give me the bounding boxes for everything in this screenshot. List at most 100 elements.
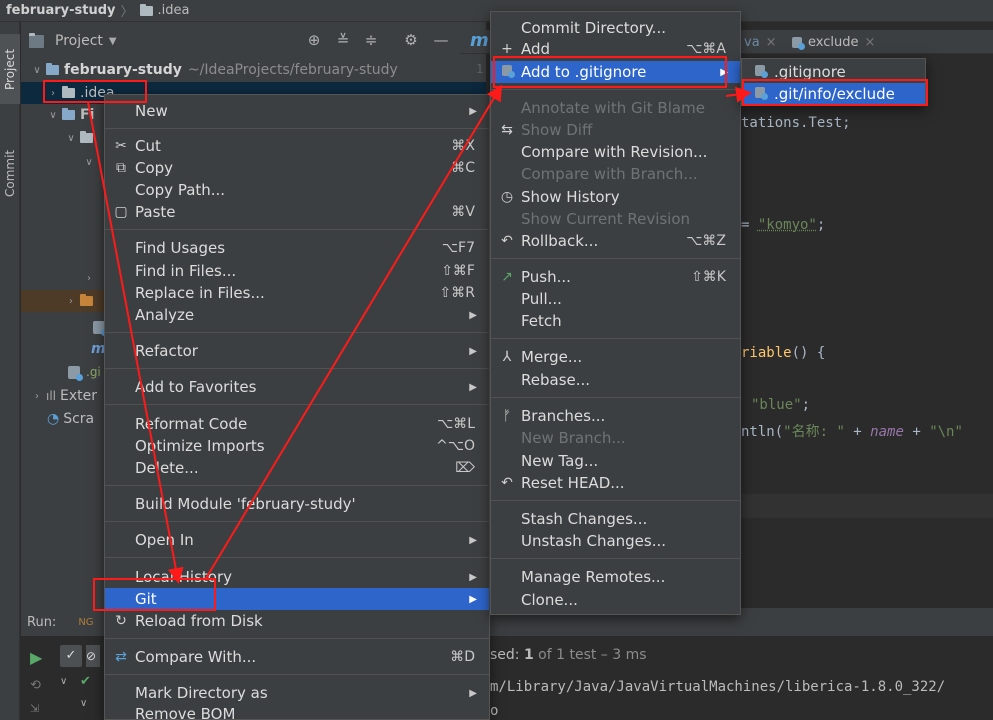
chevron-down-icon[interactable]: ∨ [31, 65, 43, 76]
menu-item-git[interactable]: Git ▶ [105, 588, 489, 610]
menu-item-clone[interactable]: Clone... [491, 589, 740, 611]
chevron-down-icon[interactable]: ∨ [65, 133, 77, 144]
tab-project-tool[interactable]: Project [0, 34, 20, 104]
menu-item-analyze[interactable]: Analyze ▶ [105, 304, 489, 326]
menu-item-reformat-code[interactable]: Reformat Code ⌥⌘L [105, 413, 489, 435]
export-icon[interactable]: ⇲ [30, 702, 39, 715]
gear-icon[interactable]: ⚙ [402, 31, 420, 49]
menu-label: New Branch... [521, 429, 626, 447]
menu-item-find-usages[interactable]: Find Usages ⌥F7 [105, 237, 489, 259]
git-submenu: Commit Directory... + Add ⌥⌘A Add to .giti… [490, 11, 741, 615]
menu-item-unstash-changes[interactable]: Unstash Changes... [491, 530, 740, 552]
clock-icon: ◷ [500, 189, 514, 205]
menu-item-new[interactable]: New ▶ [105, 100, 489, 122]
chevron-down-icon[interactable]: ▼ [109, 36, 117, 47]
breadcrumb-project[interactable]: february-study [6, 3, 115, 18]
menu-item-refactor[interactable]: Refactor ▶ [105, 340, 489, 362]
menu-item-compare-with-revision[interactable]: Compare with Revision... [491, 141, 740, 163]
compare-icon: ⇄ [115, 649, 127, 665]
menu-label: Add to .gitignore [521, 63, 647, 81]
run-label: Run: [27, 614, 57, 630]
menu-item-copy-path[interactable]: Copy Path... [105, 179, 489, 201]
breadcrumb-folder[interactable]: .idea [158, 3, 190, 18]
menu-item-show-current-revision[interactable]: Show Current Revision [491, 208, 740, 230]
chevron-down-icon[interactable]: ∨ [47, 110, 59, 121]
menu-item-copy[interactable]: ⧉ Copy ⌘C [105, 157, 489, 179]
menu-item-branches[interactable]: ᚠ Branches... [491, 405, 740, 427]
close-icon[interactable]: × [864, 35, 875, 50]
show-passed-icon[interactable]: ✓ [60, 645, 82, 667]
chevron-right-icon[interactable]: › [47, 88, 59, 99]
menu-item-add-to-favorites[interactable]: Add to Favorites ▶ [105, 376, 489, 398]
chevron-right-icon: ▶ [469, 534, 477, 546]
rerun-icon[interactable]: ▶ [30, 648, 42, 667]
show-ignored-icon[interactable]: ⊘ [86, 645, 100, 667]
menu-item-compare-with[interactable]: ⇄ Compare With... ⌘D [105, 646, 489, 668]
menu-item-reset-head[interactable]: ↶ Reset HEAD... [491, 472, 740, 494]
chevron-down-icon[interactable]: ∨ [60, 676, 67, 687]
chevron-right-icon[interactable]: › [83, 273, 95, 284]
code-line-print: ntln("名称: " + name + "\n" [741, 421, 963, 441]
menu-item-reload-from-disk[interactable]: ↻ Reload from Disk [105, 610, 489, 632]
menu-item-build-module[interactable]: Build Module 'february-study' [105, 493, 489, 515]
chevron-right-icon[interactable]: › [31, 391, 43, 402]
menu-item-rebase[interactable]: Rebase... [491, 369, 740, 391]
folder-icon [62, 108, 75, 120]
menu-item-mark-directory-as[interactable]: Mark Directory as ▶ [105, 682, 489, 704]
menu-shortcut: ^⌥O [436, 438, 475, 454]
code-text: ; [801, 397, 811, 413]
menu-item-replace-in-files[interactable]: Replace in Files... ⇧⌘R [105, 282, 489, 304]
menu-item-delete[interactable]: Delete... ⌦ [105, 457, 489, 479]
menu-item-rollback[interactable]: ↶ Rollback... ⌥⌘Z [491, 230, 740, 252]
menu-item-stash-changes[interactable]: Stash Changes... [491, 508, 740, 530]
ignore-file-icon [792, 36, 805, 50]
chevron-right-icon[interactable]: › [65, 296, 77, 307]
tab-exclude[interactable]: exclude × [786, 30, 881, 54]
menu-item-new-tag[interactable]: New Tag... [491, 450, 740, 472]
menu-shortcut: ⇧⌘F [441, 263, 475, 279]
close-icon[interactable]: × [766, 35, 777, 50]
menu-item-annotate[interactable]: Annotate with Git Blame [491, 97, 740, 119]
menu-item-compare-with-branch[interactable]: Compare with Branch... [491, 163, 740, 185]
menu-item-pull[interactable]: Pull... [491, 288, 740, 310]
menu-item-cut[interactable]: ✂ Cut ⌘X [105, 135, 489, 157]
push-arrow-icon: ↗ [501, 269, 513, 285]
menu-item-show-diff[interactable]: ⇆ Show Diff [491, 119, 740, 141]
menu-separator [105, 521, 489, 522]
menu-item-push[interactable]: ↗ Push... ⇧⌘K [491, 266, 740, 288]
tab-java[interactable]: va × [738, 30, 783, 54]
collapse-all-icon[interactable]: ≚ [334, 31, 352, 49]
tree-item-root[interactable]: ∨ february-study ~/IdeaProjects/february… [21, 59, 486, 81]
menu-item-add-to-gitignore[interactable]: Add to .gitignore ▶ [491, 61, 740, 83]
chevron-down-icon[interactable]: ∨ [80, 698, 87, 709]
expand-all-icon[interactable]: ≑ [362, 31, 380, 49]
menu-item-new-branch[interactable]: New Branch... [491, 427, 740, 449]
hide-icon[interactable]: — [432, 31, 450, 49]
menu-item-fetch[interactable]: Fetch [491, 310, 740, 332]
menu-item-gitignore-file[interactable]: .gitignore [742, 61, 925, 83]
menu-label: Rollback... [521, 232, 599, 250]
menu-item-merge[interactable]: ⅄ Merge... [491, 346, 740, 368]
history-icon[interactable]: ⟲ [30, 678, 41, 693]
menu-item-open-in[interactable]: Open In ▶ [105, 529, 489, 551]
tab-commit-tool[interactable]: Commit [0, 140, 20, 206]
menu-label: Clone... [521, 591, 578, 609]
module-folder-icon [46, 63, 59, 75]
menu-item-show-history[interactable]: ◷ Show History [491, 186, 740, 208]
menu-item-find-in-files[interactable]: Find in Files... ⇧⌘F [105, 260, 489, 282]
menu-item-manage-remotes[interactable]: Manage Remotes... [491, 566, 740, 588]
menu-separator [105, 557, 489, 558]
code-text: = [741, 217, 758, 233]
context-menu: New ▶ ✂ Cut ⌘X ⧉ Copy ⌘C Copy Path... ▢ Paste ⌘… [104, 94, 490, 720]
menu-item-paste[interactable]: ▢ Paste ⌘V [105, 201, 489, 223]
menu-item-local-history[interactable]: Local History ▶ [105, 566, 489, 588]
menu-item-commit-directory[interactable]: Commit Directory... [491, 17, 740, 39]
locate-icon[interactable]: ⊕ [305, 31, 323, 49]
menu-separator [105, 128, 489, 129]
menu-item-add[interactable]: + Add ⌥⌘A [491, 38, 740, 60]
chevron-down-icon[interactable]: ∨ [83, 157, 95, 168]
menu-item-git-info-exclude[interactable]: .git/info/exclude [742, 83, 925, 105]
menu-item-remove-bom[interactable]: Remove BOM [105, 703, 489, 720]
menu-item-optimize-imports[interactable]: Optimize Imports ^⌥O [105, 435, 489, 457]
project-view-selector[interactable]: Project [55, 33, 103, 49]
